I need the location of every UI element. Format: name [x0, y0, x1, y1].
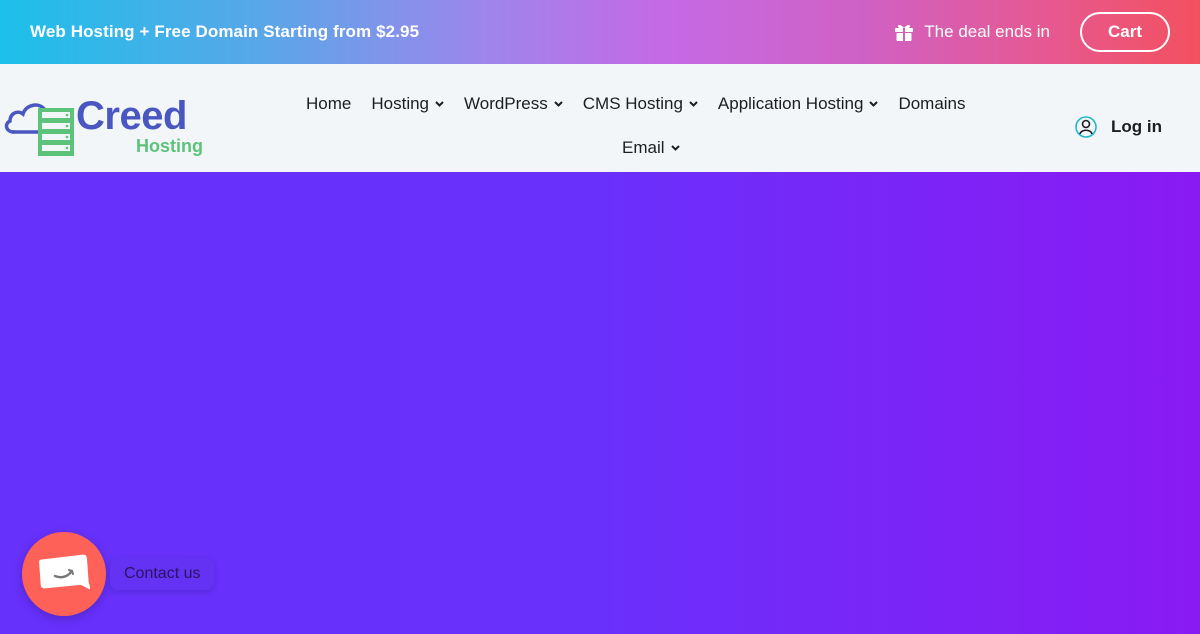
- login-link[interactable]: Log in: [1075, 116, 1162, 138]
- nav-label: Domains: [898, 94, 966, 113]
- nav-domains[interactable]: Domains: [898, 94, 965, 114]
- promo-bar-right: The deal ends in Cart: [894, 12, 1170, 52]
- gift-icon: [895, 24, 914, 41]
- chevron-down-icon: [689, 101, 698, 107]
- nav-label: WordPress: [464, 94, 548, 113]
- promo-bar: Web Hosting + Free Domain Starting from …: [0, 0, 1200, 64]
- login-label: Log in: [1111, 117, 1162, 136]
- user-icon: [1075, 116, 1097, 138]
- chevron-down-icon: [435, 101, 444, 107]
- main-nav: Home Hosting WordPress CMS Hosting Appli…: [306, 94, 986, 114]
- chevron-down-icon: [869, 101, 879, 107]
- nav-home[interactable]: Home: [306, 94, 351, 114]
- logo-sub: Hosting: [136, 136, 203, 156]
- creed-hosting-logo[interactable]: Creed Hosting: [4, 94, 204, 158]
- site-header: Creed Hosting Home Hosting WordPress CMS…: [0, 64, 1200, 172]
- logo-brand: Creed: [76, 94, 187, 138]
- contact-us-button[interactable]: [22, 532, 106, 616]
- deal-countdown: The deal ends in: [894, 22, 1050, 42]
- nav-label: Hosting: [371, 94, 429, 113]
- chevron-down-icon: [554, 101, 563, 107]
- chevron-down-icon: [670, 145, 680, 151]
- nav-label: CMS Hosting: [582, 94, 683, 113]
- nav-email[interactable]: Email: [622, 138, 680, 158]
- promo-text: Web Hosting + Free Domain Starting from …: [30, 22, 420, 41]
- nav-wordpress[interactable]: WordPress: [464, 94, 563, 114]
- cart-button[interactable]: Cart: [1080, 12, 1170, 52]
- cloud-server-logo-icon: [4, 103, 74, 156]
- nav-label: Home: [306, 94, 352, 113]
- nav-application-hosting[interactable]: Application Hosting: [718, 94, 879, 114]
- chat-bubble-icon: [39, 554, 90, 591]
- contact-us-label[interactable]: Contact us: [110, 558, 215, 590]
- main-nav-row2: Email: [622, 138, 700, 158]
- nav-cms-hosting[interactable]: CMS Hosting: [583, 94, 698, 114]
- nav-label: Email: [622, 138, 665, 157]
- nav-hosting[interactable]: Hosting: [371, 94, 444, 114]
- nav-label: Application Hosting: [717, 94, 864, 113]
- deal-text: The deal ends in: [924, 22, 1050, 41]
